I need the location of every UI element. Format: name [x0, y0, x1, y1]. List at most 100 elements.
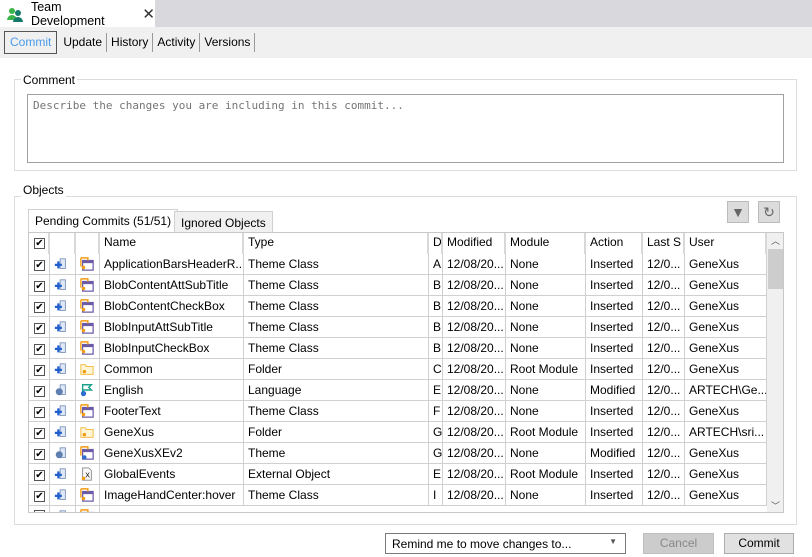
checkbox-checked-icon[interactable]: ✔	[34, 260, 45, 271]
table-row[interactable]: ✔ GeneXus Folder G 12/08/20... Root Module Ins…	[29, 422, 767, 443]
toolbar-commit-button[interactable]: Commit	[4, 31, 58, 54]
document-tab[interactable]: Team Development ✕	[0, 0, 155, 28]
add-operation-icon	[50, 317, 76, 338]
cell-name: GlobalEvents	[100, 464, 244, 485]
column-header-modified[interactable]: Modified	[443, 233, 506, 254]
table-row[interactable]: ✔ BlobContentAttSubTitle Theme Class B 12/08…	[29, 275, 767, 296]
cell-user: GeneXus	[685, 359, 767, 380]
scroll-up-icon[interactable]: ︿	[767, 233, 783, 249]
cell-modified: 12/08/20...	[443, 422, 506, 443]
toolbar: Commit Update History Activity Versions	[0, 27, 812, 58]
cell-module: None	[506, 317, 586, 338]
row-checkbox[interactable]: ✔	[29, 296, 50, 317]
column-header-last-s[interactable]: Last S	[643, 233, 685, 254]
cell-action: Inserted	[586, 338, 643, 359]
row-checkbox[interactable]: ✔	[29, 380, 50, 401]
commit-button[interactable]: Commit	[724, 533, 794, 554]
checkbox-checked-icon[interactable]: ✔	[34, 323, 45, 334]
table-row[interactable]: ✔ BlobContentCheckBox Theme Class B 12/08/20…	[29, 296, 767, 317]
column-header-module[interactable]: Module	[506, 233, 586, 254]
cell-user: ARTECH\Ge...	[685, 380, 767, 401]
tab-pending-commits[interactable]: Pending Commits (51/51)	[28, 209, 179, 233]
column-header-d[interactable]: D	[429, 233, 443, 254]
checkbox-checked-icon[interactable]: ✔	[34, 386, 45, 397]
row-checkbox[interactable]: ✔	[29, 275, 50, 296]
remind-select[interactable]: Remind me to move changes to... ▼	[385, 533, 626, 554]
grid-header[interactable]: ✔ Name Type D Modified Module Action Last S User	[29, 233, 767, 254]
checkbox-checked-icon[interactable]: ✔	[34, 428, 45, 439]
folder-icon	[76, 359, 100, 380]
cell-last: 12/0...	[643, 443, 685, 464]
checkbox-checked-icon[interactable]: ✔	[34, 365, 45, 376]
cancel-button[interactable]: Cancel	[643, 533, 714, 554]
comment-input[interactable]	[27, 94, 784, 163]
table-row[interactable]: ✔ BlobInputCheckBox Theme Class B 12/08/20..…	[29, 338, 767, 359]
cell-action: Inserted	[586, 296, 643, 317]
scroll-thumb[interactable]	[768, 249, 783, 289]
row-checkbox[interactable]	[29, 506, 50, 512]
table-row[interactable]: ✔ X GlobalEvents External Object E 12/08/20..…	[29, 464, 767, 485]
table-row[interactable]: ✔ English Language E 12/08/20... None Modified…	[29, 380, 767, 401]
column-header-name[interactable]: Name	[100, 233, 244, 254]
checkbox-checked-icon[interactable]: ✔	[34, 302, 45, 313]
checkbox-checked-icon[interactable]: ✔	[34, 407, 45, 418]
row-checkbox[interactable]: ✔	[29, 254, 50, 275]
checkbox-checked-icon[interactable]: ✔	[34, 491, 45, 502]
theme-class-icon	[76, 506, 100, 512]
cell-user: ARTECH\sri...	[685, 422, 767, 443]
add-operation-icon	[50, 464, 76, 485]
tab-ignored-objects[interactable]: Ignored Objects	[174, 211, 273, 233]
table-row[interactable]: ✔ ApplicationBarsHeaderR... Theme Class A 12…	[29, 254, 767, 275]
checkbox-checked-icon[interactable]: ✔	[34, 449, 45, 460]
cell-module: Root Module	[506, 464, 586, 485]
checkbox-checked-icon[interactable]: ✔	[34, 344, 45, 355]
column-header-action[interactable]: Action	[586, 233, 643, 254]
toolbar-versions-button[interactable]: Versions	[200, 33, 256, 52]
cell-module: Root Module	[506, 422, 586, 443]
cell-d: B	[429, 296, 443, 317]
toolbar-history-button[interactable]: History	[107, 33, 154, 52]
theme-class-icon	[76, 401, 100, 422]
filter-icon[interactable]: ▼	[727, 201, 749, 223]
cell-name: BlobInputCheckBox	[100, 338, 244, 359]
cell-type: Folder	[244, 422, 429, 443]
row-checkbox[interactable]: ✔	[29, 443, 50, 464]
cell-d: I	[429, 485, 443, 506]
refresh-icon[interactable]: ↻	[758, 201, 780, 223]
row-checkbox[interactable]: ✔	[29, 485, 50, 506]
checkbox-checked-icon[interactable]: ✔	[34, 281, 45, 292]
cell-modified: 12/08/20...	[443, 401, 506, 422]
scroll-down-icon[interactable]: ﹀	[767, 499, 783, 512]
row-checkbox[interactable]: ✔	[29, 317, 50, 338]
language-icon	[76, 380, 100, 401]
checkbox-checked-icon[interactable]: ✔	[34, 470, 45, 481]
table-row[interactable]: ✔ GeneXusXEv2 Theme G 12/08/20... None Modifie…	[29, 443, 767, 464]
cell-action: Inserted	[586, 485, 643, 506]
cell-name: BlobContentCheckBox	[100, 296, 244, 317]
table-row[interactable]: ✔ ImageHandCenter:hover Theme Class I 12/08/…	[29, 485, 767, 506]
cell-d: A	[429, 254, 443, 275]
close-icon[interactable]: ✕	[142, 5, 155, 23]
table-row[interactable]: ✔ BlobInputAttSubTitle Theme Class B 12/08/2…	[29, 317, 767, 338]
select-all-checkbox[interactable]: ✔	[29, 233, 50, 254]
toolbar-update-button[interactable]: Update	[59, 33, 108, 52]
toolbar-activity-button[interactable]: Activity	[153, 33, 201, 52]
row-checkbox[interactable]: ✔	[29, 338, 50, 359]
row-checkbox[interactable]: ✔	[29, 422, 50, 443]
row-checkbox[interactable]: ✔	[29, 359, 50, 380]
table-row[interactable]: ✔ Common Folder C 12/08/20... Root Module Inse…	[29, 359, 767, 380]
table-row-partial[interactable]	[29, 506, 767, 512]
theme-class-icon	[76, 317, 100, 338]
cell-action: Inserted	[586, 401, 643, 422]
row-checkbox[interactable]: ✔	[29, 464, 50, 485]
row-checkbox[interactable]: ✔	[29, 401, 50, 422]
table-row[interactable]: ✔ FooterText Theme Class F 12/08/20... None In…	[29, 401, 767, 422]
checkbox-checked-icon[interactable]: ✔	[34, 238, 45, 249]
add-operation-icon	[50, 254, 76, 275]
vertical-scrollbar[interactable]: ︿ ﹀	[767, 233, 783, 512]
theme-class-icon	[76, 254, 100, 275]
checkbox-icon[interactable]	[34, 510, 45, 512]
column-header-type[interactable]: Type	[244, 233, 429, 254]
column-header-user[interactable]: User	[685, 233, 767, 254]
cell-type: Theme Class	[244, 401, 429, 422]
